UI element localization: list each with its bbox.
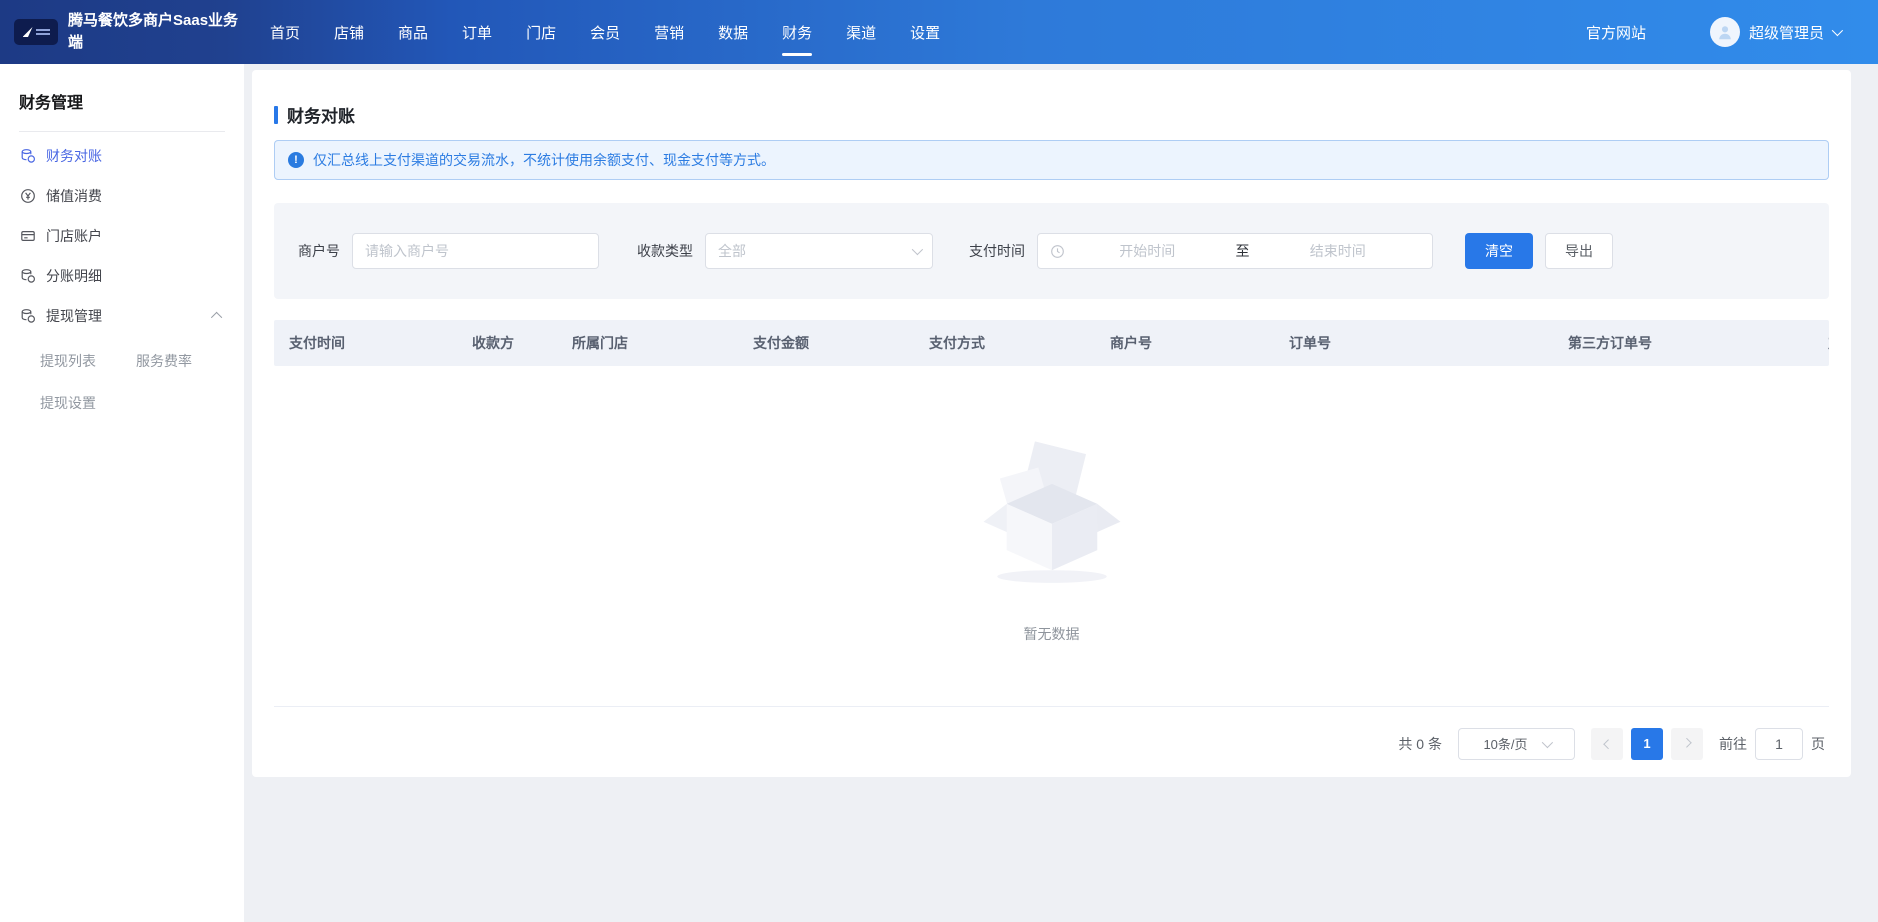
top-nav: 首页 店铺 商品 订单 门店 会员 营销 数据 财务 渠道 设置 bbox=[270, 1, 940, 64]
chevron-down-icon[interactable] bbox=[1832, 25, 1843, 36]
sidebar-item-withdraw-management[interactable]: 提现管理 bbox=[0, 296, 244, 336]
column-header-amount: 支付金额 bbox=[753, 333, 929, 353]
coins-icon bbox=[19, 308, 36, 325]
nav-item-member[interactable]: 会员 bbox=[590, 1, 620, 64]
page-size-value: 10条/页 bbox=[1483, 734, 1527, 753]
time-label: 支付时间 bbox=[969, 241, 1025, 261]
sidebar-subitem-withdraw-list[interactable]: 提现列表 bbox=[40, 346, 136, 376]
clear-button[interactable]: 清空 bbox=[1465, 233, 1533, 269]
merchant-label: 商户号 bbox=[298, 241, 340, 261]
sidebar-item-split-detail[interactable]: 分账明细 bbox=[0, 256, 244, 296]
sidebar-subitem-withdraw-settings[interactable]: 提现设置 bbox=[40, 388, 136, 418]
logo-text-lines bbox=[36, 29, 50, 35]
column-header-clipped: 支付 bbox=[1828, 333, 1829, 353]
chevron-down-icon bbox=[912, 244, 923, 255]
type-label: 收款类型 bbox=[637, 241, 693, 261]
official-site-link[interactable]: 官方网站 bbox=[1586, 22, 1646, 43]
page-size-select[interactable]: 10条/页 bbox=[1458, 728, 1575, 760]
sidebar-submenu: 提现列表 服务费率 提现设置 bbox=[0, 336, 244, 418]
column-header-merchant-no: 商户号 bbox=[1110, 333, 1289, 353]
time-filter-group: 支付时间 开始时间 至 结束时间 bbox=[969, 233, 1433, 269]
logo-mark-icon bbox=[23, 27, 33, 37]
nav-item-shop[interactable]: 店铺 bbox=[334, 1, 364, 64]
sidebar-item-label: 门店账户 bbox=[46, 226, 102, 246]
coins-icon bbox=[19, 148, 36, 165]
pagination-total: 共 0 条 bbox=[1398, 734, 1442, 754]
empty-text: 暂无数据 bbox=[1024, 624, 1080, 644]
chevron-down-icon bbox=[1541, 736, 1552, 747]
page-title-row: 财务对账 bbox=[274, 102, 1829, 127]
column-header-pay-time: 支付时间 bbox=[274, 333, 472, 353]
brand: 腾马餐饮多商户Saas业务端 bbox=[0, 10, 244, 54]
header-right: 官方网站 超级管理员 bbox=[1586, 17, 1878, 47]
coins-icon bbox=[19, 268, 36, 285]
sidebar-item-finance-reconciliation[interactable]: 财务对账 bbox=[0, 136, 244, 176]
content-card: 财务对账 ! 仅汇总线上支付渠道的交易流水，不统计使用余额支付、现金支付等方式。… bbox=[252, 70, 1851, 777]
info-alert: ! 仅汇总线上支付渠道的交易流水，不统计使用余额支付、现金支付等方式。 bbox=[274, 140, 1829, 180]
sidebar-item-stored-value[interactable]: 储值消费 bbox=[0, 176, 244, 216]
title-accent-bar bbox=[274, 106, 278, 124]
alert-text: 仅汇总线上支付渠道的交易流水，不统计使用余额支付、现金支付等方式。 bbox=[313, 150, 775, 170]
info-icon: ! bbox=[288, 152, 304, 168]
column-header-order-no: 订单号 bbox=[1289, 333, 1568, 353]
column-header-payee: 收款方 bbox=[472, 333, 572, 353]
date-range-picker[interactable]: 开始时间 至 结束时间 bbox=[1037, 233, 1433, 269]
app-logo-icon bbox=[14, 19, 58, 45]
next-page-button[interactable] bbox=[1671, 728, 1703, 760]
type-select[interactable]: 全部 bbox=[705, 233, 933, 269]
page-number-button[interactable]: 1 bbox=[1631, 728, 1663, 760]
sidebar-item-label: 财务对账 bbox=[46, 146, 102, 166]
person-icon bbox=[1716, 23, 1734, 41]
nav-item-marketing[interactable]: 营销 bbox=[654, 1, 684, 64]
type-filter-group: 收款类型 全部 bbox=[637, 233, 933, 269]
column-header-third-party-order-no: 第三方订单号 bbox=[1568, 333, 1828, 353]
range-separator: 至 bbox=[1230, 241, 1256, 261]
prev-page-button[interactable] bbox=[1591, 728, 1623, 760]
nav-item-product[interactable]: 商品 bbox=[398, 1, 428, 64]
app-title: 腾马餐饮多商户Saas业务端 bbox=[68, 10, 243, 54]
goto-page-input[interactable] bbox=[1755, 728, 1803, 760]
sidebar-title: 财务管理 bbox=[0, 64, 244, 113]
sidebar-item-store-account[interactable]: 门店账户 bbox=[0, 216, 244, 256]
page-title: 财务对账 bbox=[287, 102, 355, 127]
type-select-value: 全部 bbox=[718, 241, 912, 261]
user-name[interactable]: 超级管理员 bbox=[1749, 22, 1824, 43]
nav-item-settings[interactable]: 设置 bbox=[910, 1, 940, 64]
chevron-up-icon[interactable] bbox=[211, 312, 222, 323]
column-header-pay-method: 支付方式 bbox=[929, 333, 1110, 353]
chevron-right-icon bbox=[1681, 738, 1691, 748]
merchant-input[interactable] bbox=[352, 233, 599, 269]
nav-item-store[interactable]: 门店 bbox=[526, 1, 556, 64]
empty-box-illustration bbox=[972, 428, 1132, 586]
clock-icon bbox=[1050, 244, 1065, 259]
bank-card-icon bbox=[19, 228, 36, 245]
top-header: 腾马餐饮多商户Saas业务端 首页 店铺 商品 订单 门店 会员 营销 数据 财… bbox=[0, 0, 1878, 64]
pagination: 共 0 条 10条/页 1 前往 页 bbox=[274, 707, 1829, 777]
sidebar-divider bbox=[19, 131, 225, 132]
nav-item-channel[interactable]: 渠道 bbox=[846, 1, 876, 64]
goto-label: 前往 bbox=[1719, 734, 1747, 754]
chevron-left-icon bbox=[1603, 739, 1613, 749]
column-header-store: 所属门店 bbox=[572, 333, 753, 353]
nav-item-home[interactable]: 首页 bbox=[270, 1, 300, 64]
end-time-placeholder[interactable]: 结束时间 bbox=[1256, 241, 1421, 261]
page-suffix: 页 bbox=[1811, 734, 1825, 754]
sidebar-item-label: 储值消费 bbox=[46, 186, 102, 206]
sidebar-subitem-service-rate[interactable]: 服务费率 bbox=[136, 346, 232, 376]
main-area: 财务对账 ! 仅汇总线上支付渠道的交易流水，不统计使用余额支付、现金支付等方式。… bbox=[244, 64, 1878, 922]
user-avatar[interactable] bbox=[1710, 17, 1740, 47]
sidebar: 财务管理 财务对账 储值消费 门店账户 bbox=[0, 64, 244, 922]
yuan-circle-icon bbox=[19, 188, 36, 205]
nav-item-finance[interactable]: 财务 bbox=[782, 1, 812, 64]
sidebar-item-label: 提现管理 bbox=[46, 306, 102, 326]
export-button[interactable]: 导出 bbox=[1545, 233, 1613, 269]
table-header-row: 支付时间 收款方 所属门店 支付金额 支付方式 商户号 订单号 第三方订单号 支… bbox=[274, 320, 1829, 366]
nav-item-order[interactable]: 订单 bbox=[462, 1, 492, 64]
sidebar-item-label: 分账明细 bbox=[46, 266, 102, 286]
merchant-filter-group: 商户号 bbox=[298, 233, 599, 269]
empty-state: 暂无数据 bbox=[274, 366, 1829, 706]
start-time-placeholder[interactable]: 开始时间 bbox=[1065, 241, 1230, 261]
filter-panel: 商户号 收款类型 全部 支付时间 开始时间 bbox=[274, 203, 1829, 299]
nav-item-data[interactable]: 数据 bbox=[718, 1, 748, 64]
